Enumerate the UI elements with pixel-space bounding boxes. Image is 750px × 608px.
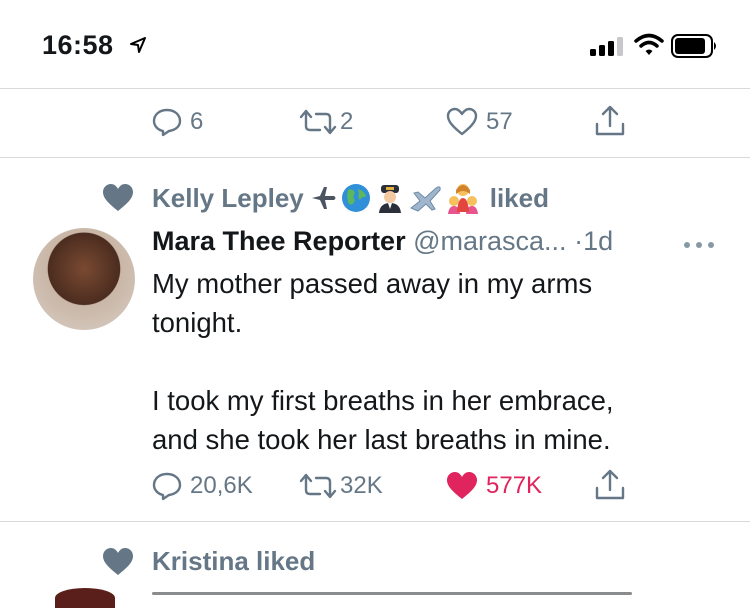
divider [0, 88, 750, 89]
reply-icon [152, 108, 182, 137]
author-handle[interactable]: @marasca... [413, 226, 566, 256]
tweet-header: Mara Thee Reporter @marasca... ·1d [152, 226, 613, 257]
liked-text: Kristina liked [152, 546, 316, 576]
avatar[interactable] [55, 588, 115, 608]
separator: · [574, 226, 584, 256]
share-icon [595, 469, 625, 500]
liker-name: Kelly Lepley [152, 182, 304, 213]
retweet-icon [299, 109, 337, 135]
share-icon [595, 105, 625, 136]
reply-count: 20,6K [190, 472, 253, 499]
retweet-count: 2 [340, 108, 354, 135]
retweet-button[interactable]: 2 [298, 107, 353, 137]
retweet-count: 32K [340, 472, 383, 499]
airplane-icon [409, 186, 441, 212]
name-emojis [310, 182, 480, 214]
share-button[interactable] [594, 104, 626, 138]
airplane-icon [311, 187, 336, 209]
tweet-text: My mother passed away in my arms tonight… [152, 268, 614, 455]
heart-filled-icon [447, 472, 477, 499]
wifi-icon [634, 33, 664, 62]
reply-button[interactable]: 6 [152, 107, 203, 137]
divider [0, 521, 750, 522]
like-count: 57 [486, 108, 513, 135]
status-time: 16:58 [42, 30, 114, 60]
like-button[interactable]: 57 [446, 107, 513, 137]
partial-tweet-header [152, 586, 632, 595]
reply-button[interactable]: 20,6K [152, 471, 253, 501]
family-icon [447, 184, 478, 214]
heart-icon [103, 184, 133, 211]
heart-icon [103, 547, 133, 575]
globe-icon [341, 184, 370, 212]
like-count: 577K [486, 472, 543, 499]
battery-icon [671, 34, 719, 63]
divider [0, 157, 750, 158]
reply-icon [152, 472, 182, 501]
liked-by-row[interactable]: Kristina liked [102, 546, 315, 577]
reply-count: 6 [190, 108, 204, 135]
pilot-icon [378, 185, 401, 213]
avatar[interactable] [33, 228, 135, 330]
liked-suffix: liked [489, 182, 549, 213]
retweet-icon [299, 473, 337, 499]
retweet-button[interactable]: 32K [298, 471, 383, 501]
more-options-icon[interactable] [683, 237, 715, 255]
signal-icon [590, 36, 626, 61]
share-button[interactable] [594, 468, 626, 502]
liked-by-row[interactable]: Kelly Lepley liked [102, 182, 549, 214]
heart-icon [446, 107, 478, 136]
like-button[interactable]: 577K [446, 471, 542, 501]
location-arrow-icon [130, 37, 146, 58]
author-name[interactable]: Mara Thee Reporter [152, 226, 406, 256]
tweet-age: 1d [583, 226, 614, 256]
